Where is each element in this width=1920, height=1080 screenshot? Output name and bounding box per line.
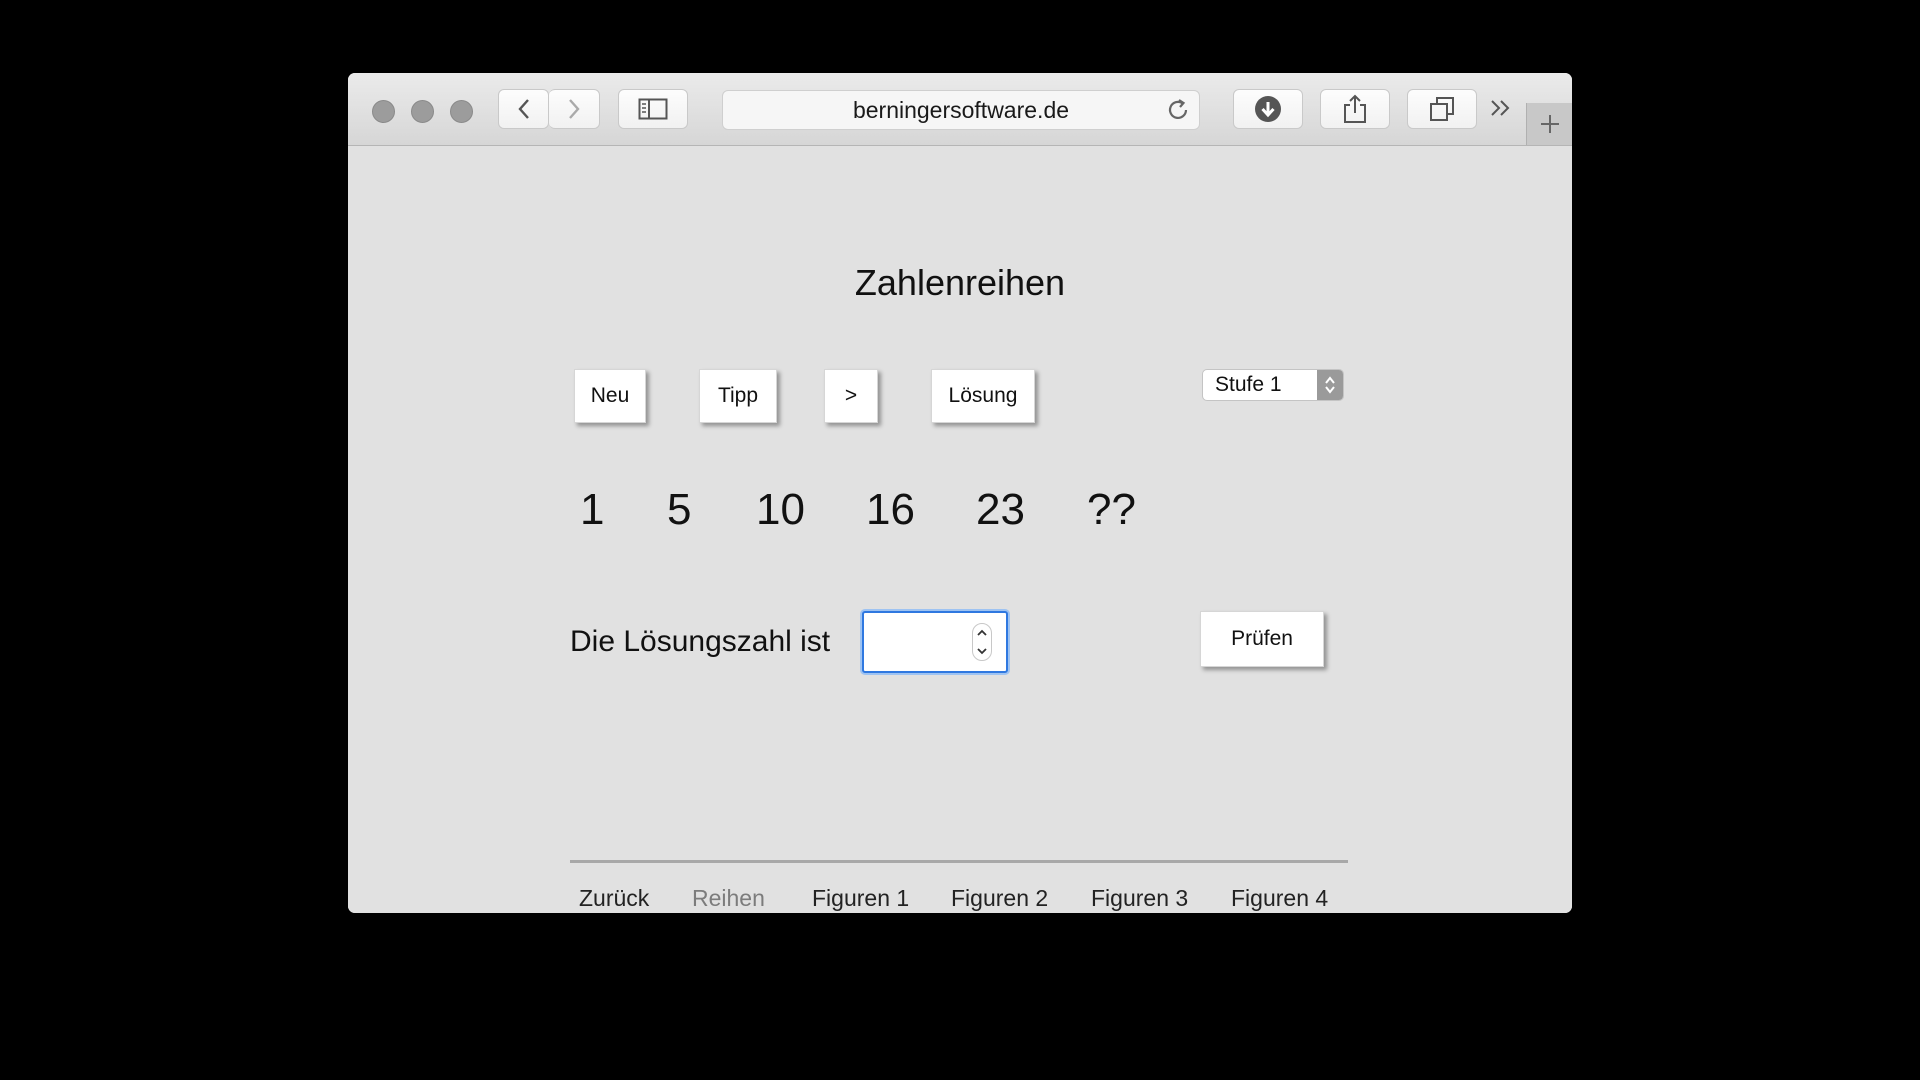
share-button[interactable] [1320,89,1390,129]
stepper-down-icon[interactable] [977,647,987,655]
reload-icon[interactable] [1165,97,1191,123]
next-button[interactable]: > [824,369,878,423]
answer-field[interactable] [862,611,1008,673]
sequence-number: 5 [667,485,692,534]
new-tab-button[interactable] [1526,103,1572,145]
browser-window: berningersoftware.de Zahlenreihen Neu Ti… [348,73,1572,913]
browser-toolbar: berningersoftware.de [348,73,1572,146]
select-arrows-icon [1317,370,1343,400]
plus-icon [1540,115,1559,133]
page-title: Zahlenreihen [854,262,1066,303]
nav-link-figures-1[interactable]: Figuren 1 [812,885,909,912]
solution-button[interactable]: Lösung [931,369,1035,423]
minimize-window-button[interactable] [411,100,434,123]
sidebar-icon [638,98,668,120]
sequence-number: 10 [756,485,805,534]
nav-link-figures-4[interactable]: Figuren 4 [1231,885,1328,912]
back-button[interactable] [498,89,549,129]
forward-button[interactable] [549,89,600,129]
download-icon [1255,96,1281,122]
stepper-up-icon[interactable] [977,629,987,637]
sidebar-button[interactable] [618,89,688,129]
level-select-value: Stufe 1 [1215,373,1282,396]
answer-label: Die Lösungszahl ist [570,625,831,658]
answer-input[interactable] [874,623,968,661]
nav-link-figures-2[interactable]: Figuren 2 [951,885,1048,912]
new-button[interactable]: Neu [574,369,646,423]
hint-button[interactable]: Tipp [699,369,777,423]
address-bar[interactable]: berningersoftware.de [722,90,1200,130]
sequence-number: 23 [976,485,1025,534]
nav-link-back[interactable]: Zurück [579,885,649,912]
level-select[interactable]: Stufe 1 [1202,369,1344,401]
downloads-button[interactable] [1233,89,1303,129]
nav-divider [570,860,1348,863]
sequence-unknown: ?? [1087,485,1136,534]
sequence-number: 1 [580,485,605,534]
close-window-button[interactable] [372,100,395,123]
url-text: berningersoftware.de [852,97,1070,123]
tab-overview-button[interactable] [1407,89,1477,129]
zoom-window-button[interactable] [450,100,473,123]
share-icon [1344,94,1366,123]
sequence-number: 16 [866,485,915,534]
chevron-left-icon [517,99,529,119]
page-content: Zahlenreihen Neu Tipp > Lösung Stufe 1 1… [348,146,1572,913]
nav-link-series[interactable]: Reihen [692,885,765,912]
check-button[interactable]: Prüfen [1200,611,1324,667]
tabs-overview-icon [1430,97,1454,121]
double-chevron-icon[interactable] [1488,95,1514,121]
number-stepper[interactable] [972,623,992,661]
chevron-right-icon [569,99,580,119]
nav-link-figures-3[interactable]: Figuren 3 [1091,885,1188,912]
